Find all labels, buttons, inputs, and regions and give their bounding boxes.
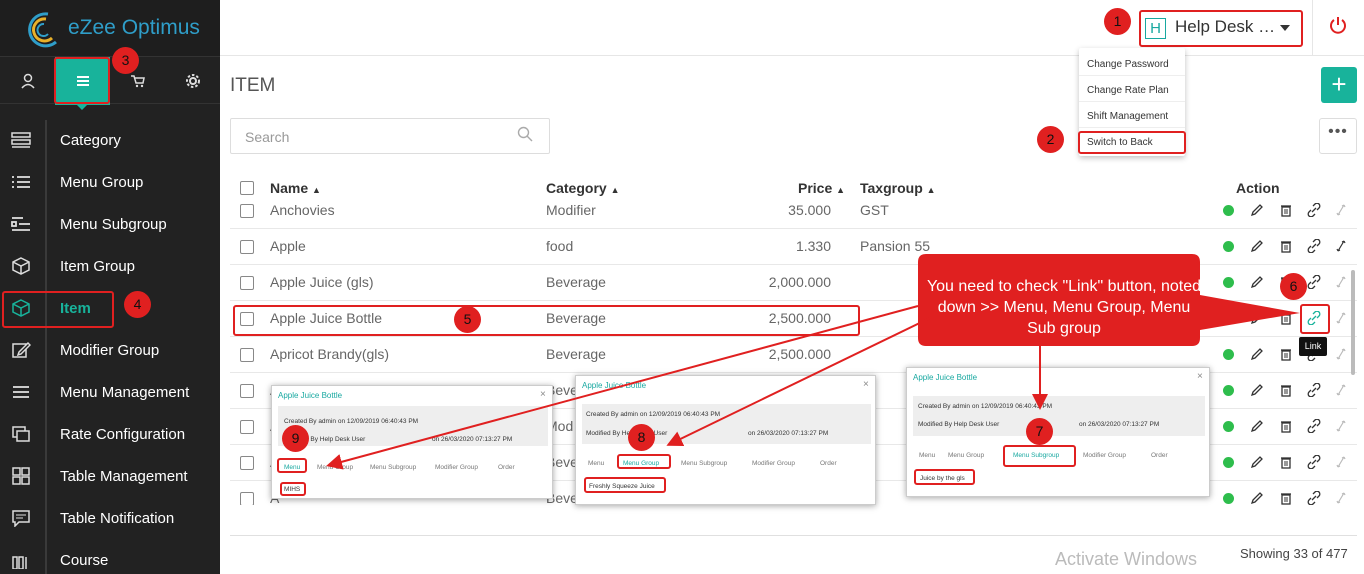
step-badge-9: 9 [282,425,309,452]
step-badge-3: 3 [112,47,139,74]
step-badge-8: 8 [628,424,655,451]
highlight-menu-subgroup-tab [1003,445,1076,467]
highlight-menu-group-value [584,477,666,493]
highlight-menu-tab-popup [277,458,307,473]
highlight-menu-subgroup-value [914,469,975,485]
step-badge-7: 7 [1026,418,1053,445]
link-tooltip: Link [1299,337,1327,356]
step-badge-1: 1 [1104,8,1131,35]
highlight-menu-value [280,482,306,496]
highlight-item [2,291,114,328]
highlight-menu-group-tab [617,454,671,469]
step-badge-2: 2 [1037,126,1064,153]
highlight-switch-to-back [1078,131,1186,154]
step-badge-5: 5 [454,306,481,333]
highlight-row [233,305,860,336]
callout-text: You need to check "Link" button, noted d… [926,278,1202,337]
step-badge-6: 6 [1280,273,1307,300]
step-badge-4: 4 [124,291,151,318]
highlight-menu-tab [54,57,110,104]
highlight-link-button [1300,304,1330,334]
